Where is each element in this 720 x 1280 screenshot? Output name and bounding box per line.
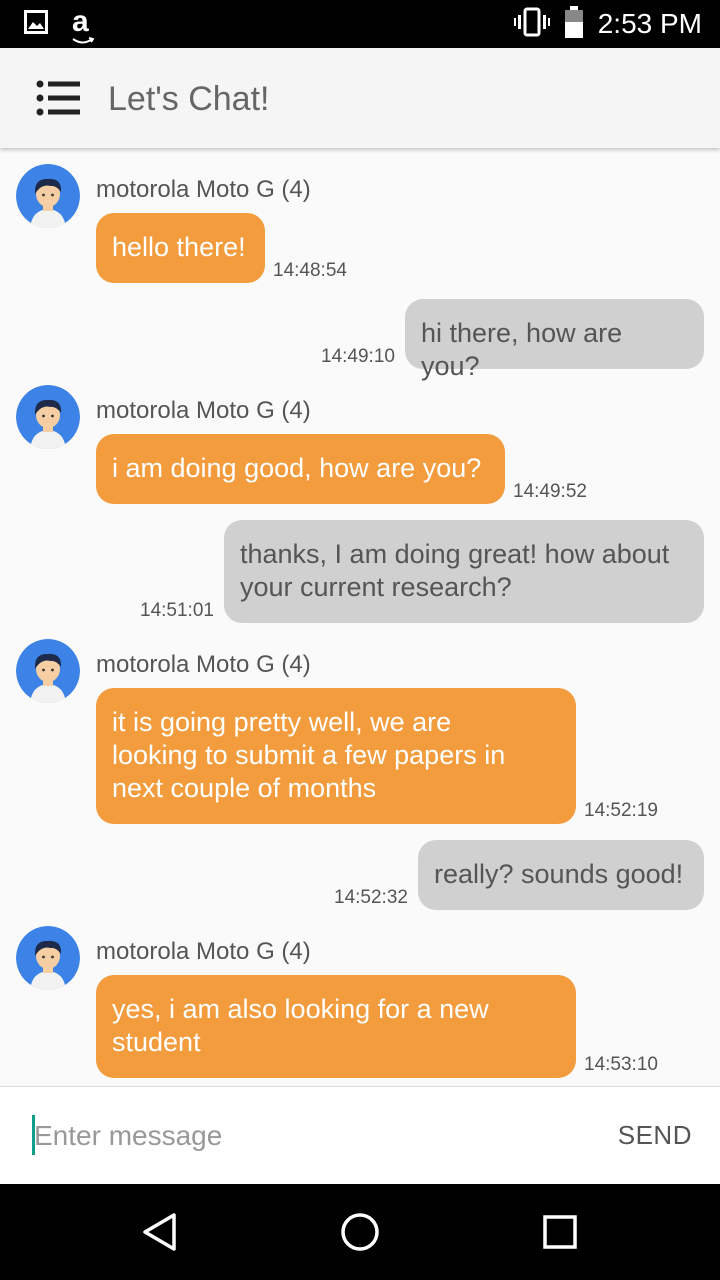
message-timestamp: 14:49:10	[321, 346, 395, 367]
message-text: it is going pretty well, we are	[112, 707, 452, 737]
avatar	[16, 639, 80, 703]
message-text: i am doing good, how are you?	[112, 453, 482, 483]
message-text: student	[112, 1027, 201, 1057]
send-button[interactable]: SEND	[618, 1120, 692, 1151]
sender-name: motorola Moto G (4)	[96, 938, 311, 965]
chat-area[interactable]: motorola Moto G (4) hello there! 14:48:5…	[0, 148, 720, 1086]
navigation-bar	[0, 1184, 720, 1280]
sender-name: motorola Moto G (4)	[96, 397, 311, 424]
app-bar: Let's Chat!	[0, 48, 720, 148]
message-input[interactable]	[34, 1113, 574, 1159]
avatar	[16, 164, 80, 228]
menu-icon[interactable]	[36, 78, 82, 118]
message-text: looking to submit a few papers in	[112, 740, 506, 770]
avatar	[16, 385, 80, 449]
message-bubble[interactable]: it is going pretty well, we are looking …	[96, 688, 576, 824]
message-composer: SEND	[0, 1086, 720, 1184]
amazon-icon: a	[72, 7, 94, 44]
message-bubble[interactable]: thanks, I am doing great! how about your…	[224, 520, 704, 623]
recents-icon[interactable]	[538, 1210, 582, 1254]
message-text: hello there!	[112, 232, 246, 262]
message-timestamp: 14:49:52	[513, 481, 587, 502]
message-text: hi there, how are you?	[421, 318, 623, 381]
status-time: 2:53 PM	[597, 8, 702, 39]
message-text: your current research?	[240, 572, 512, 602]
message-timestamp: 14:48:54	[273, 260, 347, 281]
message-text: really? sounds good!	[434, 859, 684, 889]
battery-icon	[564, 5, 584, 43]
message-text: thanks, I am doing great! how about	[240, 539, 670, 569]
sender-name: motorola Moto G (4)	[96, 651, 311, 678]
avatar	[16, 926, 80, 990]
sender-name: motorola Moto G (4)	[96, 176, 311, 203]
vibrate-icon	[513, 7, 550, 42]
message-bubble[interactable]: i am doing good, how are you?	[96, 434, 505, 504]
message-bubble[interactable]: hi there, how are you?	[405, 299, 704, 381]
message-timestamp: 14:52:32	[334, 887, 408, 908]
message-timestamp: 14:52:19	[584, 800, 658, 821]
message-timestamp: 14:51:01	[140, 600, 214, 621]
image-icon	[24, 10, 48, 39]
home-icon[interactable]	[338, 1210, 382, 1254]
back-icon[interactable]	[138, 1210, 182, 1254]
message-timestamp: 14:53:10	[584, 1054, 658, 1075]
status-bar: a 2:53 PM	[0, 0, 720, 48]
message-text: next couple of months	[112, 773, 377, 803]
message-text: yes, i am also looking for a new	[112, 994, 489, 1024]
app-title: Let's Chat!	[108, 80, 270, 118]
message-bubble[interactable]: really? sounds good!	[418, 840, 704, 910]
message-bubble[interactable]: yes, i am also looking for a new student	[96, 975, 576, 1078]
message-bubble[interactable]: hello there!	[96, 213, 265, 283]
